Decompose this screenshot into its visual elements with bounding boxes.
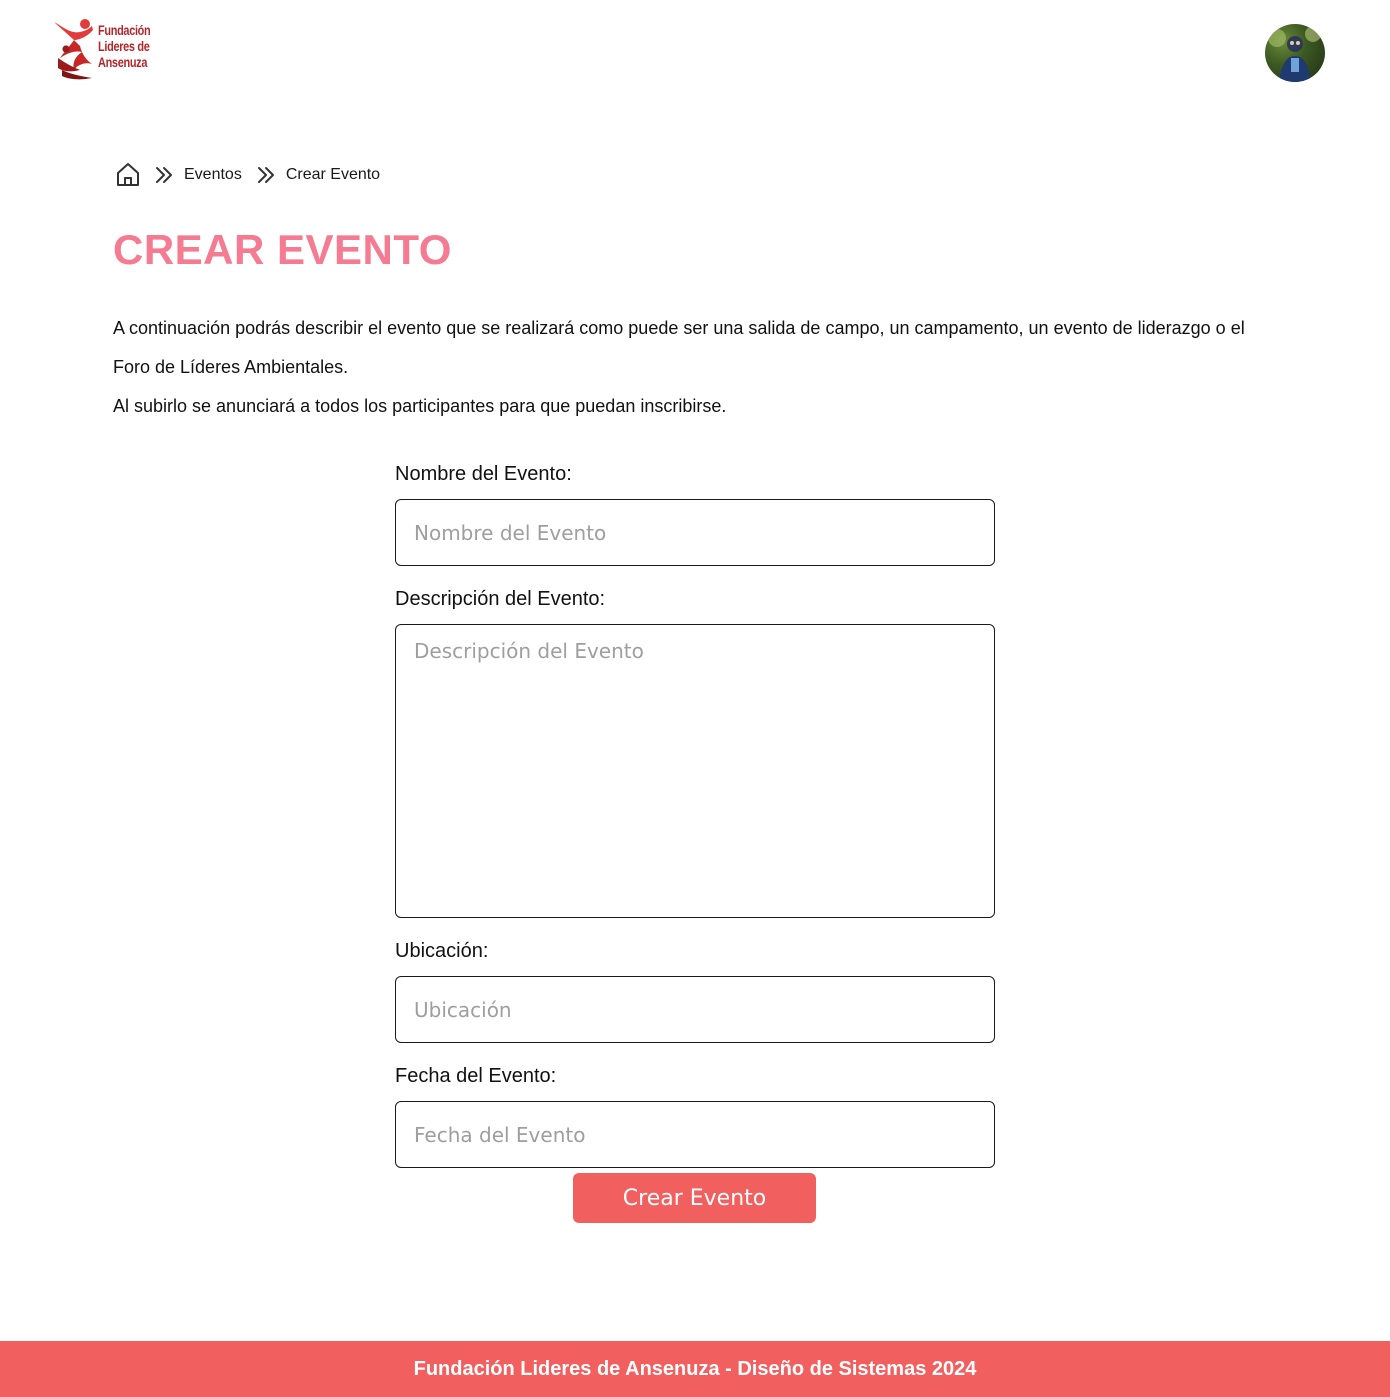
logo-line-3: Ansenuza: [98, 54, 148, 70]
avatar-photo-icon: [1268, 26, 1321, 82]
page-title: CREAR EVENTO: [113, 226, 452, 273]
event-name-input[interactable]: Nombre del Evento: [395, 499, 995, 566]
footer: Fundación Lideres de Ansenuza - Diseño d…: [0, 1341, 1390, 1397]
intro-paragraph-2: Al subirlo se anunciará a todos los part…: [113, 396, 727, 416]
double-chevron-right-icon: [256, 165, 276, 185]
breadcrumb: Eventos Crear Evento: [116, 160, 380, 190]
event-description-textarea[interactable]: Descripción del Evento: [395, 624, 995, 918]
logo-line-2: Lideres de: [98, 38, 150, 54]
event-date-input[interactable]: Fecha del Evento: [395, 1101, 995, 1168]
create-event-form: Nombre del Evento: Nombre del Evento Des…: [395, 456, 995, 1183]
breadcrumb-item-crear-evento: Crear Evento: [285, 166, 381, 183]
page: Fundación Lideres de Ansenuza Eventos Cr…: [0, 0, 1390, 1397]
logo[interactable]: Fundación Lideres de Ansenuza: [52, 18, 152, 82]
event-location-input[interactable]: Ubicación: [395, 976, 995, 1043]
home-icon[interactable]: [116, 162, 140, 188]
create-event-button[interactable]: Crear Evento: [573, 1173, 816, 1223]
double-chevron-right-icon: [154, 165, 174, 185]
logo-wordmark: Fundación Lideres de Ansenuza: [98, 22, 160, 70]
event-name-label: Nombre del Evento:: [395, 463, 572, 485]
event-location-label: Ubicación:: [395, 940, 489, 962]
user-avatar[interactable]: [1265, 24, 1325, 82]
logo-line-1: Fundación: [98, 22, 151, 38]
event-description-label: Descripción del Evento:: [395, 588, 606, 610]
breadcrumb-item-eventos[interactable]: Eventos: [184, 160, 242, 190]
logo-figures-icon: [54, 19, 93, 80]
event-date-label: Fecha del Evento:: [395, 1065, 557, 1087]
intro-paragraph-1: A continuación podrás describir el event…: [113, 318, 1245, 377]
intro-text: A continuación podrás describir el event…: [113, 309, 1253, 426]
footer-text: Fundación Lideres de Ansenuza - Diseño d…: [413, 1357, 977, 1380]
